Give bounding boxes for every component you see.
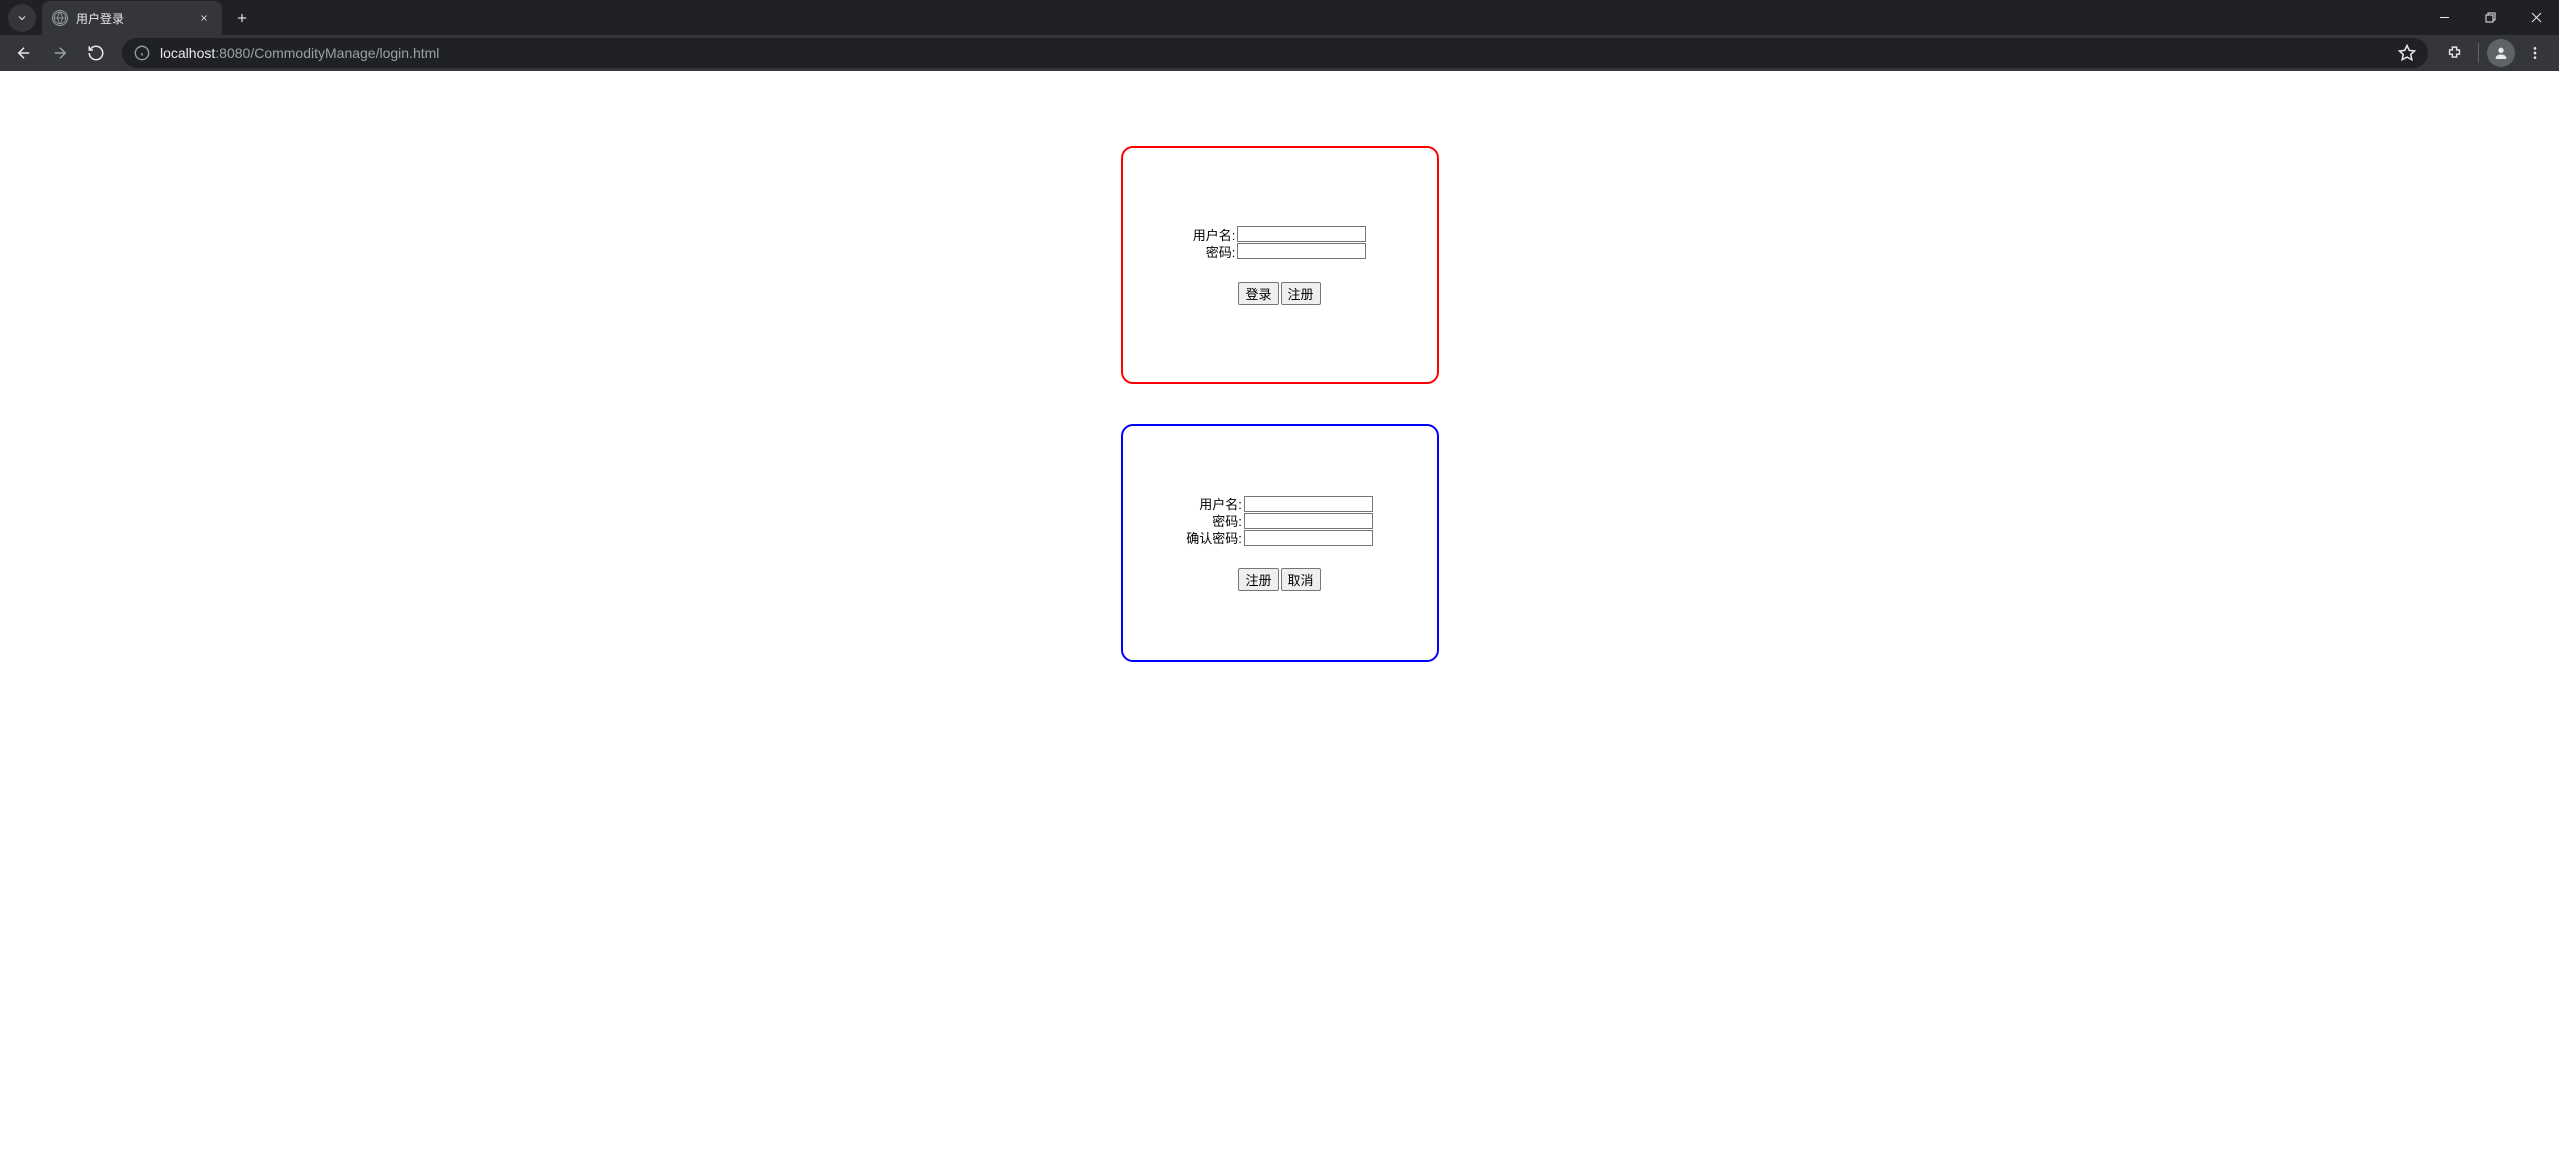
register-panel: 用户名: 密码: 确认密码: 注册 取消 xyxy=(1121,424,1439,662)
star-icon[interactable] xyxy=(2398,44,2416,62)
close-icon[interactable] xyxy=(196,10,212,26)
browser-toolbar: localhost:8080/CommodityManage/login.htm… xyxy=(0,35,2559,71)
globe-icon xyxy=(52,10,68,26)
window-controls xyxy=(2421,0,2559,35)
login-password-input[interactable] xyxy=(1237,243,1366,259)
register-username-input[interactable] xyxy=(1244,496,1373,512)
go-register-button[interactable]: 注册 xyxy=(1281,282,1321,305)
register-confirm-input[interactable] xyxy=(1244,530,1373,546)
register-password-row: 密码: xyxy=(1186,512,1373,529)
login-panel: 用户名: 密码: 登录 注册 xyxy=(1121,146,1439,384)
login-password-label: 密码: xyxy=(1206,242,1236,261)
login-username-row: 用户名: xyxy=(1193,226,1367,243)
forward-button[interactable] xyxy=(44,39,76,67)
maximize-button[interactable] xyxy=(2467,3,2513,33)
back-button[interactable] xyxy=(8,39,40,67)
url-text: localhost:8080/CommodityManage/login.htm… xyxy=(160,45,439,61)
browser-chrome: 用户登录 xyxy=(0,0,2559,71)
url-port: :8080 xyxy=(215,45,250,61)
extensions-icon[interactable] xyxy=(2438,39,2470,67)
minimize-button[interactable] xyxy=(2421,3,2467,33)
login-username-input[interactable] xyxy=(1237,226,1366,242)
url-path: /CommodityManage/login.html xyxy=(250,45,439,61)
register-confirm-label: 确认密码: xyxy=(1186,528,1242,547)
login-button-row: 登录 注册 xyxy=(1238,282,1320,305)
url-host: localhost xyxy=(160,45,215,61)
register-password-input[interactable] xyxy=(1244,513,1373,529)
register-button-row: 注册 取消 xyxy=(1238,568,1320,591)
login-button[interactable]: 登录 xyxy=(1238,282,1278,305)
login-form: 用户名: 密码: xyxy=(1193,226,1367,260)
page-content: 用户名: 密码: 登录 注册 用户名: 密码: 确认密码: xyxy=(0,71,2559,662)
window-close-button[interactable] xyxy=(2513,3,2559,33)
tab-title: 用户登录 xyxy=(76,10,188,27)
register-form: 用户名: 密码: 确认密码: xyxy=(1186,495,1373,546)
register-username-row: 用户名: xyxy=(1186,495,1373,512)
tab-strip: 用户登录 xyxy=(0,0,2559,35)
toolbar-divider xyxy=(2478,43,2479,63)
cancel-button[interactable]: 取消 xyxy=(1281,568,1321,591)
reload-button[interactable] xyxy=(80,39,112,67)
register-button[interactable]: 注册 xyxy=(1238,568,1278,591)
login-password-row: 密码: xyxy=(1193,243,1367,260)
tab-search-button[interactable] xyxy=(8,4,36,32)
address-bar[interactable]: localhost:8080/CommodityManage/login.htm… xyxy=(122,38,2428,68)
menu-icon[interactable] xyxy=(2519,39,2551,67)
profile-button[interactable] xyxy=(2487,39,2515,67)
site-info-icon[interactable] xyxy=(134,45,150,61)
new-tab-button[interactable] xyxy=(228,4,256,32)
browser-tab[interactable]: 用户登录 xyxy=(42,1,222,35)
register-confirm-row: 确认密码: xyxy=(1186,529,1373,546)
